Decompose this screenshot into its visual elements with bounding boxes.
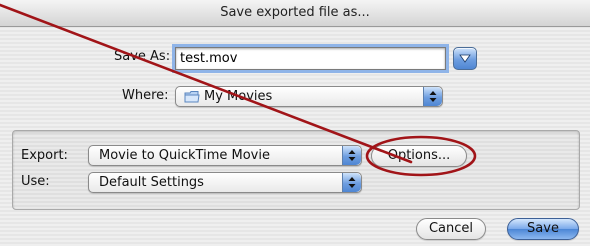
export-value: Movie to QuickTime Movie: [99, 148, 270, 163]
where-value: My Movies: [204, 89, 273, 104]
save-as-field-frame: [175, 47, 446, 70]
export-popup[interactable]: Movie to QuickTime Movie: [88, 145, 362, 166]
where-popup-arrows: [423, 87, 442, 106]
use-value: Default Settings: [99, 175, 204, 190]
window-title: Save exported file as...: [220, 5, 370, 20]
export-options-pane: [12, 130, 580, 210]
save-as-input[interactable]: [176, 48, 444, 69]
export-label: Export:: [21, 148, 68, 163]
use-label: Use:: [21, 174, 50, 189]
save-dialog: Save exported file as... Save As: Where:…: [0, 0, 590, 246]
options-button[interactable]: Options...: [371, 145, 467, 167]
use-popup[interactable]: Default Settings: [88, 172, 362, 193]
save-button[interactable]: Save: [507, 218, 579, 240]
up-down-arrows-icon: [429, 91, 437, 102]
expand-dialog-button[interactable]: [453, 47, 477, 70]
save-as-label: Save As:: [114, 49, 171, 64]
use-popup-arrows: [342, 173, 361, 192]
where-label: Where:: [122, 88, 169, 103]
title-bar[interactable]: Save exported file as...: [0, 0, 590, 27]
up-down-arrows-icon: [348, 177, 356, 188]
export-popup-arrows: [342, 146, 361, 165]
up-down-arrows-icon: [348, 150, 356, 161]
where-popup[interactable]: My Movies: [175, 86, 443, 107]
folder-icon: [184, 91, 200, 103]
chevron-down-icon: [459, 54, 471, 63]
cancel-button[interactable]: Cancel: [416, 218, 486, 240]
